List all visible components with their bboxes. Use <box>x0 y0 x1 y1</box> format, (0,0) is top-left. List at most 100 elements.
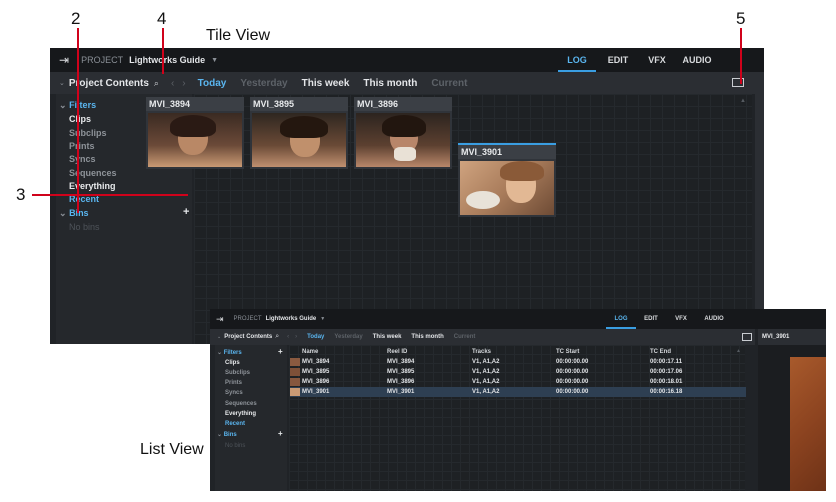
filter-this-month[interactable]: This month <box>363 78 417 89</box>
collapse-chevron-icon[interactable]: ⌄ <box>217 334 221 340</box>
search-icon[interactable]: ⌕ <box>154 78 159 89</box>
sidebar-item-recent[interactable]: Recent <box>225 421 245 427</box>
no-bins-text: No bins <box>69 222 100 232</box>
exit-icon[interactable]: ⇥ <box>216 314 224 325</box>
clip-thumbnail <box>290 358 300 366</box>
clip-table: Name Reel ID Tracks TC Start TC End MVI_… <box>290 347 746 397</box>
filter-this-month[interactable]: This month <box>411 334 443 340</box>
clip-thumbnail <box>290 388 300 396</box>
list-view-label: List View <box>140 441 204 458</box>
callout-5: 5 <box>736 9 746 28</box>
add-bin-icon[interactable]: + <box>278 429 283 438</box>
cell-tracks: V1, A1,A2 <box>472 387 556 397</box>
filter-current[interactable]: Current <box>431 78 467 89</box>
bins-chevron-icon: ⌄ <box>217 432 223 438</box>
cell-reel-id: MVI_3894 <box>387 359 415 365</box>
project-dropdown-icon[interactable]: ▼ <box>211 57 218 64</box>
cell-tc-start: 00:00:00.00 <box>556 359 589 365</box>
view-mode-icon[interactable] <box>742 333 752 341</box>
sidebar-item-sequences[interactable]: Sequences <box>225 401 257 407</box>
sidebar-item-subclips[interactable]: Subclips <box>225 370 250 376</box>
cell-reel-id: MVI_3901 <box>387 387 472 397</box>
filter-this-week[interactable]: This week <box>373 334 402 340</box>
tile-name: MVI_3894 <box>146 97 244 111</box>
scroll-up-icon[interactable]: ▲ <box>740 98 746 104</box>
exit-icon[interactable]: ⇥ <box>59 53 69 67</box>
column-header-tc-start[interactable]: TC Start <box>556 347 650 357</box>
sidebar-item-syncs[interactable]: Syncs <box>225 390 243 396</box>
sidebar-item-clips[interactable]: Clips <box>69 114 91 124</box>
filter-today[interactable]: Today <box>198 78 227 89</box>
tab-log[interactable]: LOG <box>606 309 636 329</box>
table-row[interactable]: MVI_3894 MVI_3894 V1, A1,A2 00:00:00.00 … <box>290 357 746 367</box>
tab-audio[interactable]: AUDIO <box>676 48 718 72</box>
clip-tile-selected[interactable]: MVI_3901 <box>458 143 556 217</box>
cell-tracks: V1, A1,A2 <box>472 369 500 375</box>
sidebar-item-everything[interactable]: Everything <box>225 411 256 417</box>
tab-log[interactable]: LOG <box>558 48 596 72</box>
back-arrow-icon[interactable]: ‹ <box>287 334 289 340</box>
table-row[interactable]: MVI_3896 MVI_3896 V1, A1,A2 00:00:00.00 … <box>290 377 746 387</box>
tab-vfx[interactable]: VFX <box>666 309 696 329</box>
right-panel-edge <box>755 72 764 344</box>
cell-tc-end: 00:00:17.06 <box>650 369 683 375</box>
tab-edit[interactable]: EDIT <box>598 48 638 72</box>
filter-today[interactable]: Today <box>307 334 324 340</box>
clip-thumbnail <box>290 368 300 376</box>
column-header-tc-end[interactable]: TC End <box>650 347 746 357</box>
project-dropdown-icon[interactable]: ▼ <box>320 316 325 322</box>
bins-header[interactable]: ⌄ Bins <box>217 431 237 438</box>
project-name[interactable]: Lightworks Guide <box>129 55 205 65</box>
sidebar-item-clips[interactable]: Clips <box>225 360 240 366</box>
clip-tile[interactable]: MVI_3894 <box>146 97 244 169</box>
project-contents-header: Project Contents <box>224 334 273 340</box>
viewer-panel: MVI_3901 <box>758 329 826 491</box>
cell-tracks: V1, A1,A2 <box>472 379 500 385</box>
sidebar-item-prints[interactable]: Prints <box>69 141 95 151</box>
search-icon[interactable]: ⌕ <box>275 333 279 341</box>
tile-name: MVI_3901 <box>458 145 556 159</box>
table-row-selected[interactable]: MVI_3901 MVI_3901 V1, A1,A2 00:00:00.00 … <box>290 387 746 397</box>
project-label: PROJECT <box>233 316 262 322</box>
sidebar-item-prints[interactable]: Prints <box>225 380 242 386</box>
column-header-name[interactable]: Name <box>302 347 387 357</box>
cell-name: MVI_3901 <box>302 387 387 397</box>
back-arrow-icon[interactable]: ‹ <box>171 78 174 89</box>
clip-thumbnail <box>252 113 346 167</box>
table-row[interactable]: MVI_3895 MVI_3895 V1, A1,A2 00:00:00.00 … <box>290 367 746 377</box>
clip-thumbnail <box>290 378 300 386</box>
clip-tile[interactable]: MVI_3895 <box>250 97 348 169</box>
sidebar-item-everything[interactable]: Everything <box>69 181 116 191</box>
tab-audio[interactable]: AUDIO <box>696 309 732 329</box>
collapse-chevron-icon[interactable]: ⌄ <box>59 79 65 87</box>
forward-arrow-icon[interactable]: › <box>182 78 185 89</box>
project-name[interactable]: Lightworks Guide <box>266 316 317 322</box>
cell-tc-end: 00:00:18.01 <box>650 379 683 385</box>
sidebar-item-syncs[interactable]: Syncs <box>69 154 96 164</box>
clip-tile[interactable]: MVI_3896 <box>354 97 452 169</box>
thumb-column-header <box>290 347 302 357</box>
clip-thumbnail <box>460 161 554 215</box>
forward-arrow-icon[interactable]: › <box>295 334 297 340</box>
tab-vfx[interactable]: VFX <box>640 48 674 72</box>
column-header-reel-id[interactable]: Reel ID <box>387 347 472 357</box>
filter-this-week[interactable]: This week <box>302 78 350 89</box>
view-mode-icon[interactable] <box>732 78 744 87</box>
filters-header[interactable]: ⌄ Filters <box>217 349 242 356</box>
add-filter-icon[interactable]: + <box>278 347 283 356</box>
sidebar-item-subclips[interactable]: Subclips <box>69 128 107 138</box>
cell-tc-start: 00:00:00.00 <box>556 379 589 385</box>
tab-edit[interactable]: EDIT <box>636 309 666 329</box>
filter-current[interactable]: Current <box>454 334 476 340</box>
filter-yesterday[interactable]: Yesterday <box>240 78 287 89</box>
clip-thumbnail <box>356 113 450 167</box>
tile-name: MVI_3896 <box>354 97 452 111</box>
column-header-tracks[interactable]: Tracks <box>472 347 556 357</box>
cell-tc-start: 00:00:00.00 <box>556 387 650 397</box>
bins-header[interactable]: ⌄ Bins <box>59 208 89 219</box>
add-bin-icon[interactable]: + <box>183 206 189 218</box>
filter-yesterday[interactable]: Yesterday <box>334 334 362 340</box>
filters-chevron-icon: ⌄ <box>217 350 223 356</box>
top-bar: ⇥ PROJECT Lightworks Guide ▼ LOG EDIT VF… <box>50 48 764 72</box>
cell-tc-end: 00:00:17.11 <box>650 359 683 365</box>
